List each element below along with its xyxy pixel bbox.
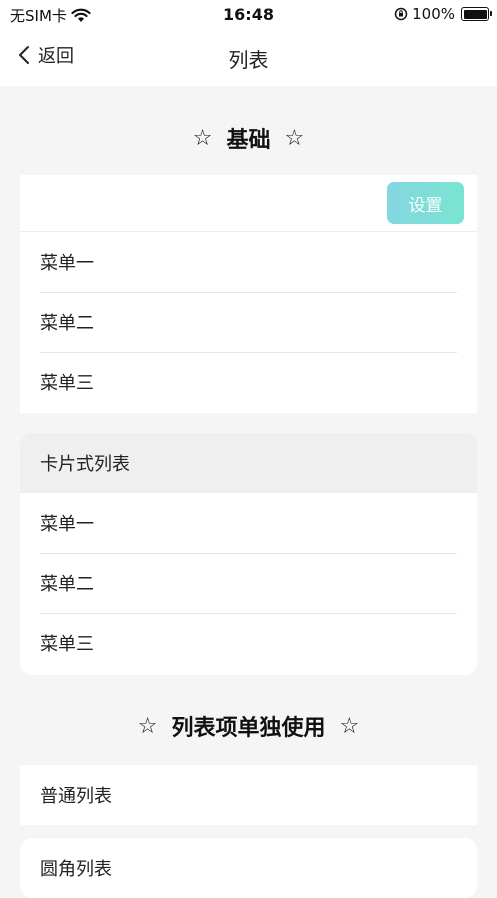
list-item[interactable]: 菜单二 — [20, 553, 477, 613]
list-item-label: 圆角列表 — [40, 859, 112, 880]
list-item-label: 菜单三 — [40, 634, 94, 655]
star-icon: ☆ — [339, 713, 360, 739]
list-item-label: 菜单二 — [40, 313, 94, 334]
card-list-header: 卡片式列表 — [20, 433, 477, 493]
list-item[interactable]: 菜单一 — [20, 232, 477, 292]
page-title: 列表 — [228, 48, 269, 72]
list-item-label: 菜单三 — [40, 373, 94, 394]
battery-icon — [461, 7, 492, 21]
list-item-label: 菜单一 — [40, 514, 94, 535]
list-item-label: 普通列表 — [40, 786, 112, 807]
settings-button[interactable]: 设置 — [387, 182, 464, 224]
list-item[interactable]: 菜单三 — [20, 613, 477, 673]
section-title-text: 基础 — [226, 128, 271, 153]
status-right: 100% — [394, 5, 492, 23]
list-item-label: 菜单一 — [40, 253, 94, 274]
section-heading-basic: ☆ 基础 ☆ — [0, 122, 497, 154]
star-icon: ☆ — [137, 713, 158, 739]
rounded-list-row: 圆角列表 — [20, 838, 477, 898]
section-title-text: 列表项单独使用 — [171, 716, 326, 741]
list-item-label: 菜单二 — [40, 574, 94, 595]
list-item[interactable]: 菜单二 — [20, 292, 477, 352]
rotation-lock-icon — [394, 7, 408, 21]
rounded-list-item[interactable]: 圆角列表 — [20, 838, 477, 898]
navigation-bar: 返回 列表 — [0, 30, 497, 86]
basic-list: 设置 菜单一 菜单二 菜单三 — [20, 175, 477, 413]
list-item[interactable]: 菜单一 — [20, 493, 477, 553]
star-icon: ☆ — [284, 125, 305, 151]
star-icon: ☆ — [192, 125, 213, 151]
plain-list-row: 普通列表 — [20, 765, 477, 825]
card-list: 卡片式列表 菜单一 菜单二 菜单三 — [20, 433, 477, 675]
battery-percent: 100% — [412, 5, 455, 23]
plain-list-item[interactable]: 普通列表 — [20, 765, 477, 825]
list-item[interactable]: 菜单三 — [20, 352, 477, 412]
status-bar: 无SIM卡 16:48 100% — [0, 0, 497, 30]
list-toolbar: 设置 — [20, 175, 477, 232]
section-heading-standalone: ☆ 列表项单独使用 ☆ — [0, 710, 497, 742]
